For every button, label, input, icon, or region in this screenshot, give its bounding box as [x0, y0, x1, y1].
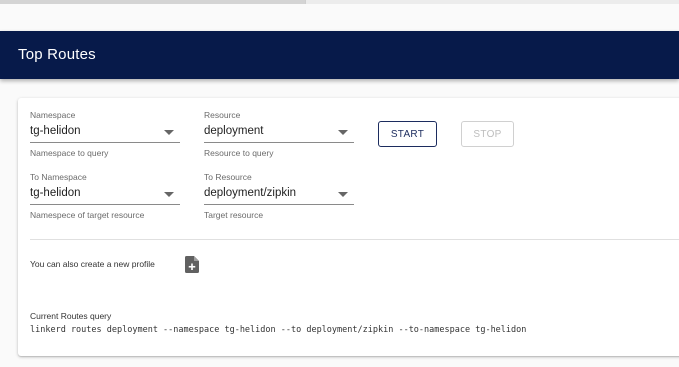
new-profile-text: You can also create a new profile [30, 259, 155, 269]
resource-value: deployment [204, 125, 264, 137]
top-tab-strip [0, 0, 679, 4]
app-bar: Top Routes [0, 31, 679, 79]
to-resource-helper-text: Target resource [204, 210, 264, 220]
chevron-down-icon[interactable] [338, 130, 348, 135]
top-tab-active [0, 0, 305, 4]
resource-label: Resource [204, 110, 241, 120]
page-title: Top Routes [18, 46, 96, 63]
to-namespace-helper-text: Namespece of target resource [30, 210, 145, 220]
start-button[interactable]: START [378, 121, 437, 147]
namespace-value-box[interactable]: tg-helidon [30, 123, 180, 143]
chevron-down-icon[interactable] [338, 192, 348, 197]
to-resource-label: To Resource [204, 172, 252, 182]
resource-helper-text: Resource to query [204, 148, 274, 158]
to-namespace-label: To Namespace [30, 172, 87, 182]
to-resource-value-box[interactable]: deployment/zipkin [204, 185, 354, 205]
top-tab-rest [305, 0, 679, 4]
current-query-label: Current Routes query [30, 311, 112, 321]
stop-button[interactable]: STOP [461, 121, 514, 147]
resource-value-box[interactable]: deployment [204, 123, 354, 143]
namespace-helper-text: Namespace to query [30, 148, 109, 158]
to-namespace-value-box[interactable]: tg-helidon [30, 185, 180, 205]
section-divider [30, 239, 679, 240]
to-resource-value: deployment/zipkin [204, 187, 297, 199]
routes-card: Namespace tg-helidon Namespace to query … [18, 98, 679, 356]
namespace-value: tg-helidon [30, 125, 81, 137]
current-query-command: linkerd routes deployment --namespace tg… [30, 325, 527, 335]
to-namespace-value: tg-helidon [30, 187, 81, 199]
chevron-down-icon[interactable] [164, 130, 174, 135]
chevron-down-icon[interactable] [164, 192, 174, 197]
namespace-label: Namespace [30, 110, 76, 120]
note-add-icon[interactable] [185, 256, 199, 273]
